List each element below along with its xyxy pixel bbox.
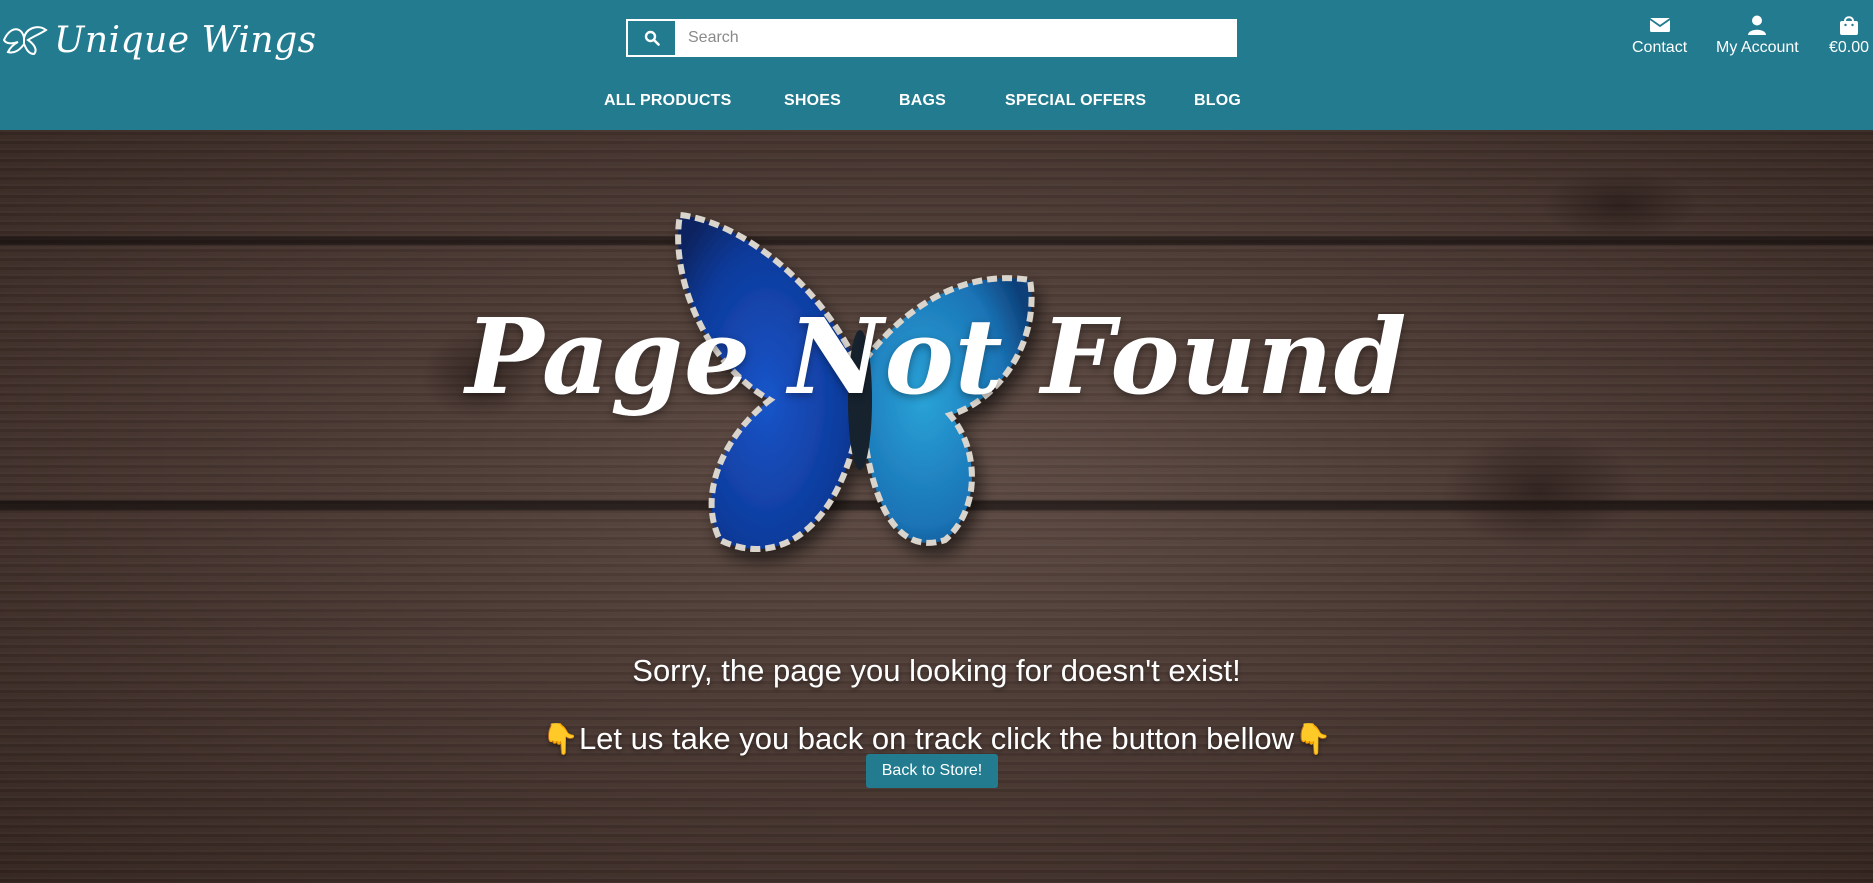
hero-section: Page Not Found Sorry, the page you looki…: [0, 130, 1873, 883]
search-form: [626, 19, 1237, 57]
wood-knot: [1440, 430, 1640, 550]
search-input[interactable]: [676, 20, 1236, 56]
nav-item-all-products[interactable]: ALL PRODUCTS: [604, 92, 731, 110]
back-to-store-button[interactable]: Back to Store!: [866, 754, 998, 788]
hint-message: 👇Let us take you back on track click the…: [0, 721, 1873, 757]
shopping-bag-icon: [1840, 16, 1859, 35]
nav-item-shoes[interactable]: SHOES: [784, 92, 841, 110]
my-account-label: My Account: [1716, 39, 1799, 56]
my-account-link[interactable]: My Account: [1716, 14, 1799, 57]
page-title: Page Not Found: [465, 294, 1408, 418]
nav-item-bags[interactable]: BAGS: [899, 92, 946, 110]
user-icon: [1748, 15, 1767, 35]
hint-text: Let us take you back on track click the …: [578, 721, 1295, 756]
search-button[interactable]: [627, 20, 676, 56]
pointing-down-icon: 👇: [1294, 723, 1332, 756]
pointing-down-icon: 👇: [541, 723, 579, 756]
shopping-bag-link[interactable]: €0.00: [1829, 14, 1869, 57]
contact-label: Contact: [1632, 39, 1688, 56]
site-header: Unique Wings Contact My Account: [0, 0, 1873, 130]
main-nav: ALL PRODUCTS SHOES BAGS SPECIAL OFFERS B…: [0, 92, 1873, 114]
nav-item-special-offers[interactable]: SPECIAL OFFERS: [1005, 92, 1146, 110]
brand-logo-link[interactable]: Unique Wings: [0, 10, 317, 70]
contact-link[interactable]: Contact: [1632, 14, 1687, 57]
brand-name: Unique Wings: [54, 19, 317, 61]
nav-item-blog[interactable]: BLOG: [1194, 92, 1241, 110]
search-icon: [644, 30, 660, 46]
wood-knot: [1540, 170, 1700, 240]
bag-total-label: €0.00: [1829, 39, 1870, 56]
butterfly-logo-icon: [2, 26, 48, 56]
envelope-icon: [1649, 18, 1671, 32]
error-message: Sorry, the page you looking for doesn't …: [632, 653, 1241, 688]
